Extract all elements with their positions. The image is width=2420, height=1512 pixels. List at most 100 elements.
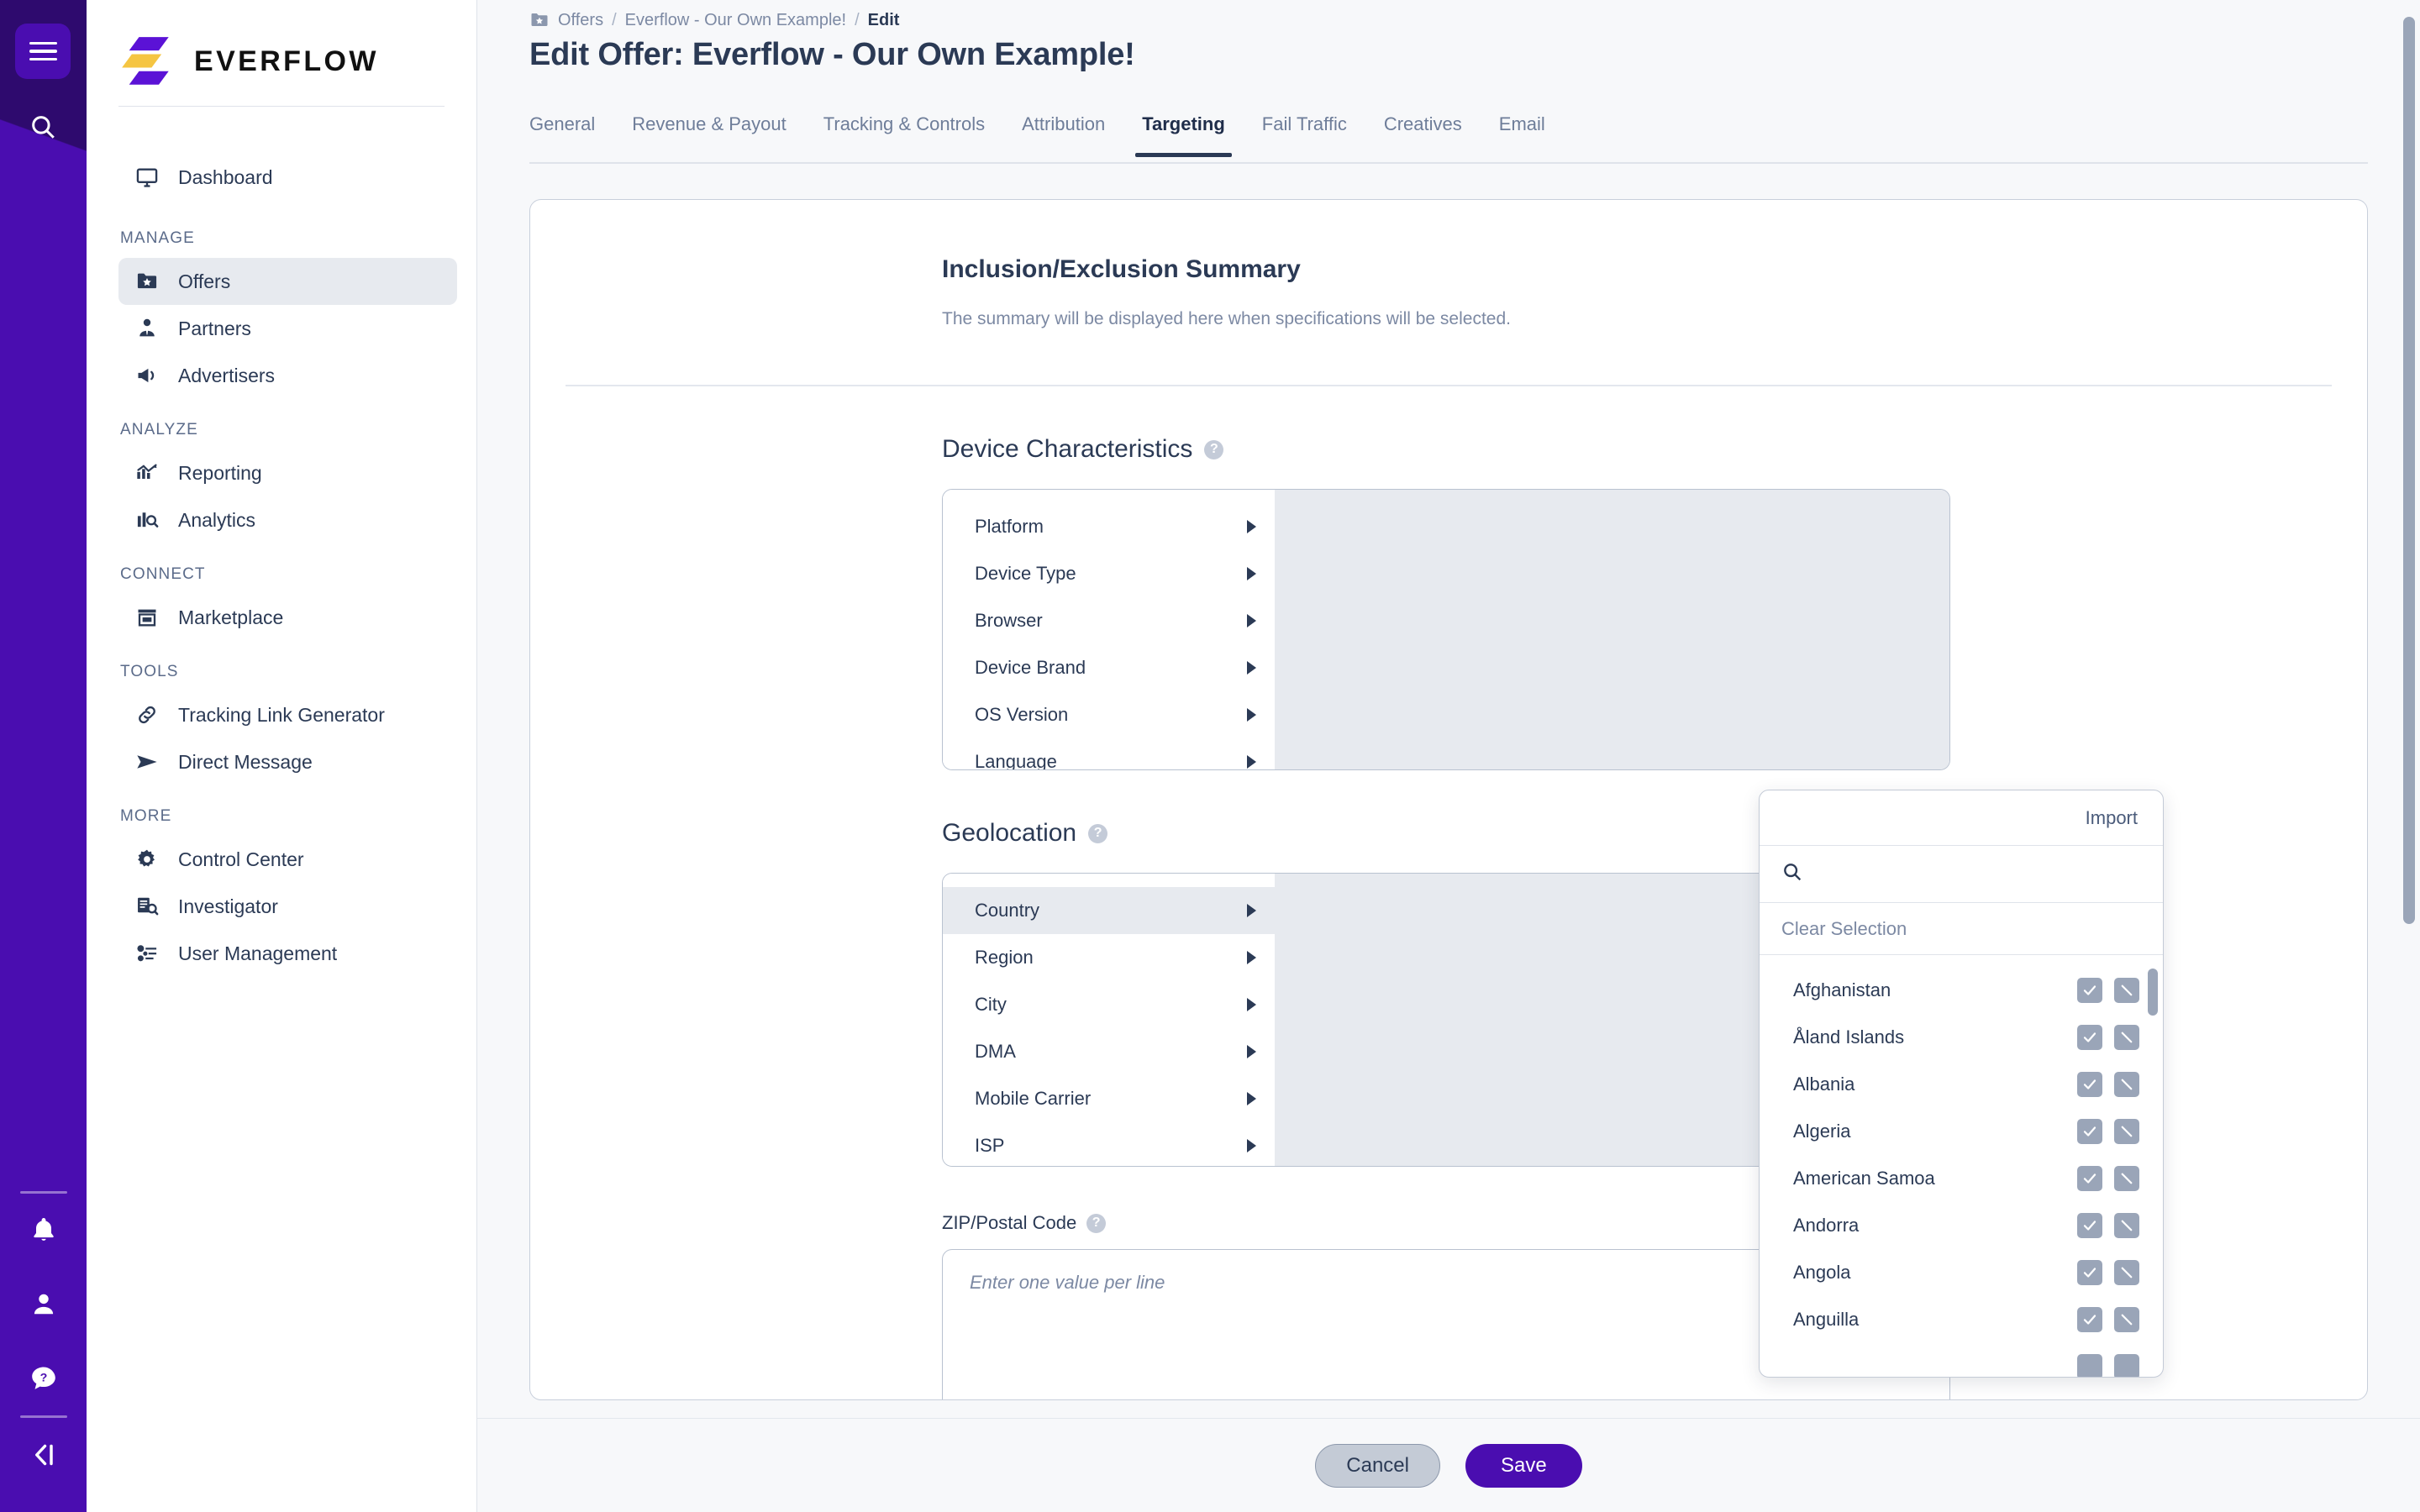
country-search-input[interactable] xyxy=(1815,864,2141,885)
device-option-os-version[interactable]: OS Version xyxy=(943,691,1275,738)
include-checkbox[interactable] xyxy=(2077,1072,2102,1097)
help-chat-icon[interactable]: ? xyxy=(0,1341,87,1415)
country-list[interactable]: Afghanistan Åland Islands xyxy=(1760,955,2163,1377)
include-checkbox[interactable] xyxy=(2077,1260,2102,1285)
option-label: Mobile Carrier xyxy=(975,1088,1091,1110)
sidebar-nav: EVERFLOW Dashboard MANAGE xyxy=(87,0,477,1512)
include-checkbox[interactable] xyxy=(2077,1307,2102,1332)
device-option-platform[interactable]: Platform xyxy=(943,503,1275,550)
breadcrumb-offers[interactable]: Offers xyxy=(558,11,603,30)
country-item[interactable]: Algeria xyxy=(1760,1108,2163,1155)
help-icon[interactable]: ? xyxy=(1204,440,1223,459)
include-checkbox[interactable] xyxy=(2077,1213,2102,1238)
country-label: Albania xyxy=(1793,1074,2065,1095)
geo-option-mobile-carrier[interactable]: Mobile Carrier xyxy=(943,1075,1275,1122)
sidebar-section-manage: MANAGE xyxy=(87,201,476,258)
country-item[interactable]: Anguilla xyxy=(1760,1296,2163,1343)
exclude-checkbox[interactable] xyxy=(2114,1119,2139,1144)
sidebar-item-investigator[interactable]: Investigator xyxy=(118,883,457,930)
help-icon[interactable]: ? xyxy=(1086,1214,1106,1233)
exclude-checkbox[interactable] xyxy=(2114,1166,2139,1191)
sidebar-item-user-management[interactable]: User Management xyxy=(118,930,457,977)
save-button[interactable]: Save xyxy=(1465,1444,1582,1488)
inclusion-exclusion-summary-body: The summary will be displayed here when … xyxy=(530,309,2367,329)
country-item-partial[interactable] xyxy=(1760,1343,2163,1377)
tab-email[interactable]: Email xyxy=(1481,110,1564,155)
geolocation-list: Country Region City DMA xyxy=(943,874,1275,1166)
chevron-right-icon xyxy=(1247,520,1256,533)
country-item[interactable]: Åland Islands xyxy=(1760,1014,2163,1061)
include-checkbox[interactable] xyxy=(2077,1025,2102,1050)
hamburger-menu-icon[interactable] xyxy=(15,24,71,79)
sidebar-item-dashboard[interactable]: Dashboard xyxy=(118,154,457,201)
sidebar-item-advertisers[interactable]: Advertisers xyxy=(118,352,457,399)
sidebar-item-tracking-link-generator[interactable]: Tracking Link Generator xyxy=(118,691,457,738)
geo-option-city[interactable]: City xyxy=(943,981,1275,1028)
tab-fail-traffic[interactable]: Fail Traffic xyxy=(1244,110,1365,155)
page-scrollbar[interactable] xyxy=(2403,17,2415,924)
option-label: Language xyxy=(975,751,1057,770)
device-characteristics-picker: Platform Device Type Browser Device xyxy=(942,489,1950,770)
country-item[interactable]: Angola xyxy=(1760,1249,2163,1296)
exclude-checkbox[interactable] xyxy=(2114,1260,2139,1285)
sidebar-section-more: MORE xyxy=(87,785,476,836)
tab-general[interactable]: General xyxy=(529,110,613,155)
search-icon xyxy=(1781,861,1803,887)
tab-attribution[interactable]: Attribution xyxy=(1003,110,1123,155)
page-title: Edit Offer: Everflow - Our Own Example! xyxy=(477,30,2420,73)
country-list-scrollbar[interactable] xyxy=(2148,969,2158,1016)
clear-selection-button[interactable]: Clear Selection xyxy=(1760,903,2163,955)
cancel-button[interactable]: Cancel xyxy=(1315,1444,1440,1488)
breadcrumb: Offers / Everflow - Our Own Example! / E… xyxy=(477,0,2420,30)
option-label: Region xyxy=(975,947,1034,969)
tab-creatives[interactable]: Creatives xyxy=(1365,110,1481,155)
send-icon xyxy=(134,749,160,774)
geo-option-isp[interactable]: ISP xyxy=(943,1122,1275,1167)
geo-option-dma[interactable]: DMA xyxy=(943,1028,1275,1075)
device-characteristics-title: Device Characteristics xyxy=(942,435,1192,464)
include-checkbox[interactable] xyxy=(2077,978,2102,1003)
sidebar-item-direct-message[interactable]: Direct Message xyxy=(118,738,457,785)
tab-tracking-controls[interactable]: Tracking & Controls xyxy=(805,110,1003,155)
option-label: OS Version xyxy=(975,704,1068,726)
tab-targeting[interactable]: Targeting xyxy=(1123,110,1244,155)
country-label: Anguilla xyxy=(1793,1309,2065,1331)
include-checkbox[interactable] xyxy=(2077,1119,2102,1144)
device-characteristics-title-row: Device Characteristics ? xyxy=(530,435,2367,464)
tab-bar: General Revenue & Payout Tracking & Cont… xyxy=(529,110,2368,164)
geo-option-country[interactable]: Country xyxy=(943,887,1275,934)
country-item[interactable]: Afghanistan xyxy=(1760,967,2163,1014)
bell-notification-icon[interactable] xyxy=(0,1194,87,1268)
sidebar-item-analytics[interactable]: Analytics xyxy=(118,496,457,543)
exclude-checkbox[interactable] xyxy=(2114,1213,2139,1238)
exclude-checkbox[interactable] xyxy=(2114,1025,2139,1050)
tab-revenue-payout[interactable]: Revenue & Payout xyxy=(613,110,804,155)
sidebar-item-offers[interactable]: Offers xyxy=(118,258,457,305)
exclude-checkbox[interactable] xyxy=(2114,1354,2139,1377)
sidebar-item-reporting[interactable]: Reporting xyxy=(118,449,457,496)
chart-line-icon xyxy=(134,460,160,486)
country-label: Andorra xyxy=(1793,1215,2065,1236)
device-option-browser[interactable]: Browser xyxy=(943,597,1275,644)
sidebar-item-control-center[interactable]: Control Center xyxy=(118,836,457,883)
country-item[interactable]: American Samoa xyxy=(1760,1155,2163,1202)
sidebar-item-partners[interactable]: Partners xyxy=(118,305,457,352)
exclude-checkbox[interactable] xyxy=(2114,1307,2139,1332)
breadcrumb-offer-name[interactable]: Everflow - Our Own Example! xyxy=(625,11,846,30)
exclude-checkbox[interactable] xyxy=(2114,1072,2139,1097)
device-option-device-type[interactable]: Device Type xyxy=(943,550,1275,597)
sidebar-item-marketplace[interactable]: Marketplace xyxy=(118,594,457,641)
country-item[interactable]: Albania xyxy=(1760,1061,2163,1108)
device-option-language[interactable]: Language xyxy=(943,738,1275,770)
search-icon[interactable] xyxy=(15,99,71,155)
exclude-checkbox[interactable] xyxy=(2114,978,2139,1003)
user-account-icon[interactable] xyxy=(0,1268,87,1341)
import-button[interactable]: Import xyxy=(1760,790,2163,846)
country-item[interactable]: Andorra xyxy=(1760,1202,2163,1249)
geo-option-region[interactable]: Region xyxy=(943,934,1275,981)
collapse-sidebar-icon[interactable] xyxy=(0,1418,87,1492)
device-option-device-brand[interactable]: Device Brand xyxy=(943,644,1275,691)
include-checkbox[interactable] xyxy=(2077,1166,2102,1191)
help-icon[interactable]: ? xyxy=(1088,824,1107,843)
include-checkbox[interactable] xyxy=(2077,1354,2102,1377)
